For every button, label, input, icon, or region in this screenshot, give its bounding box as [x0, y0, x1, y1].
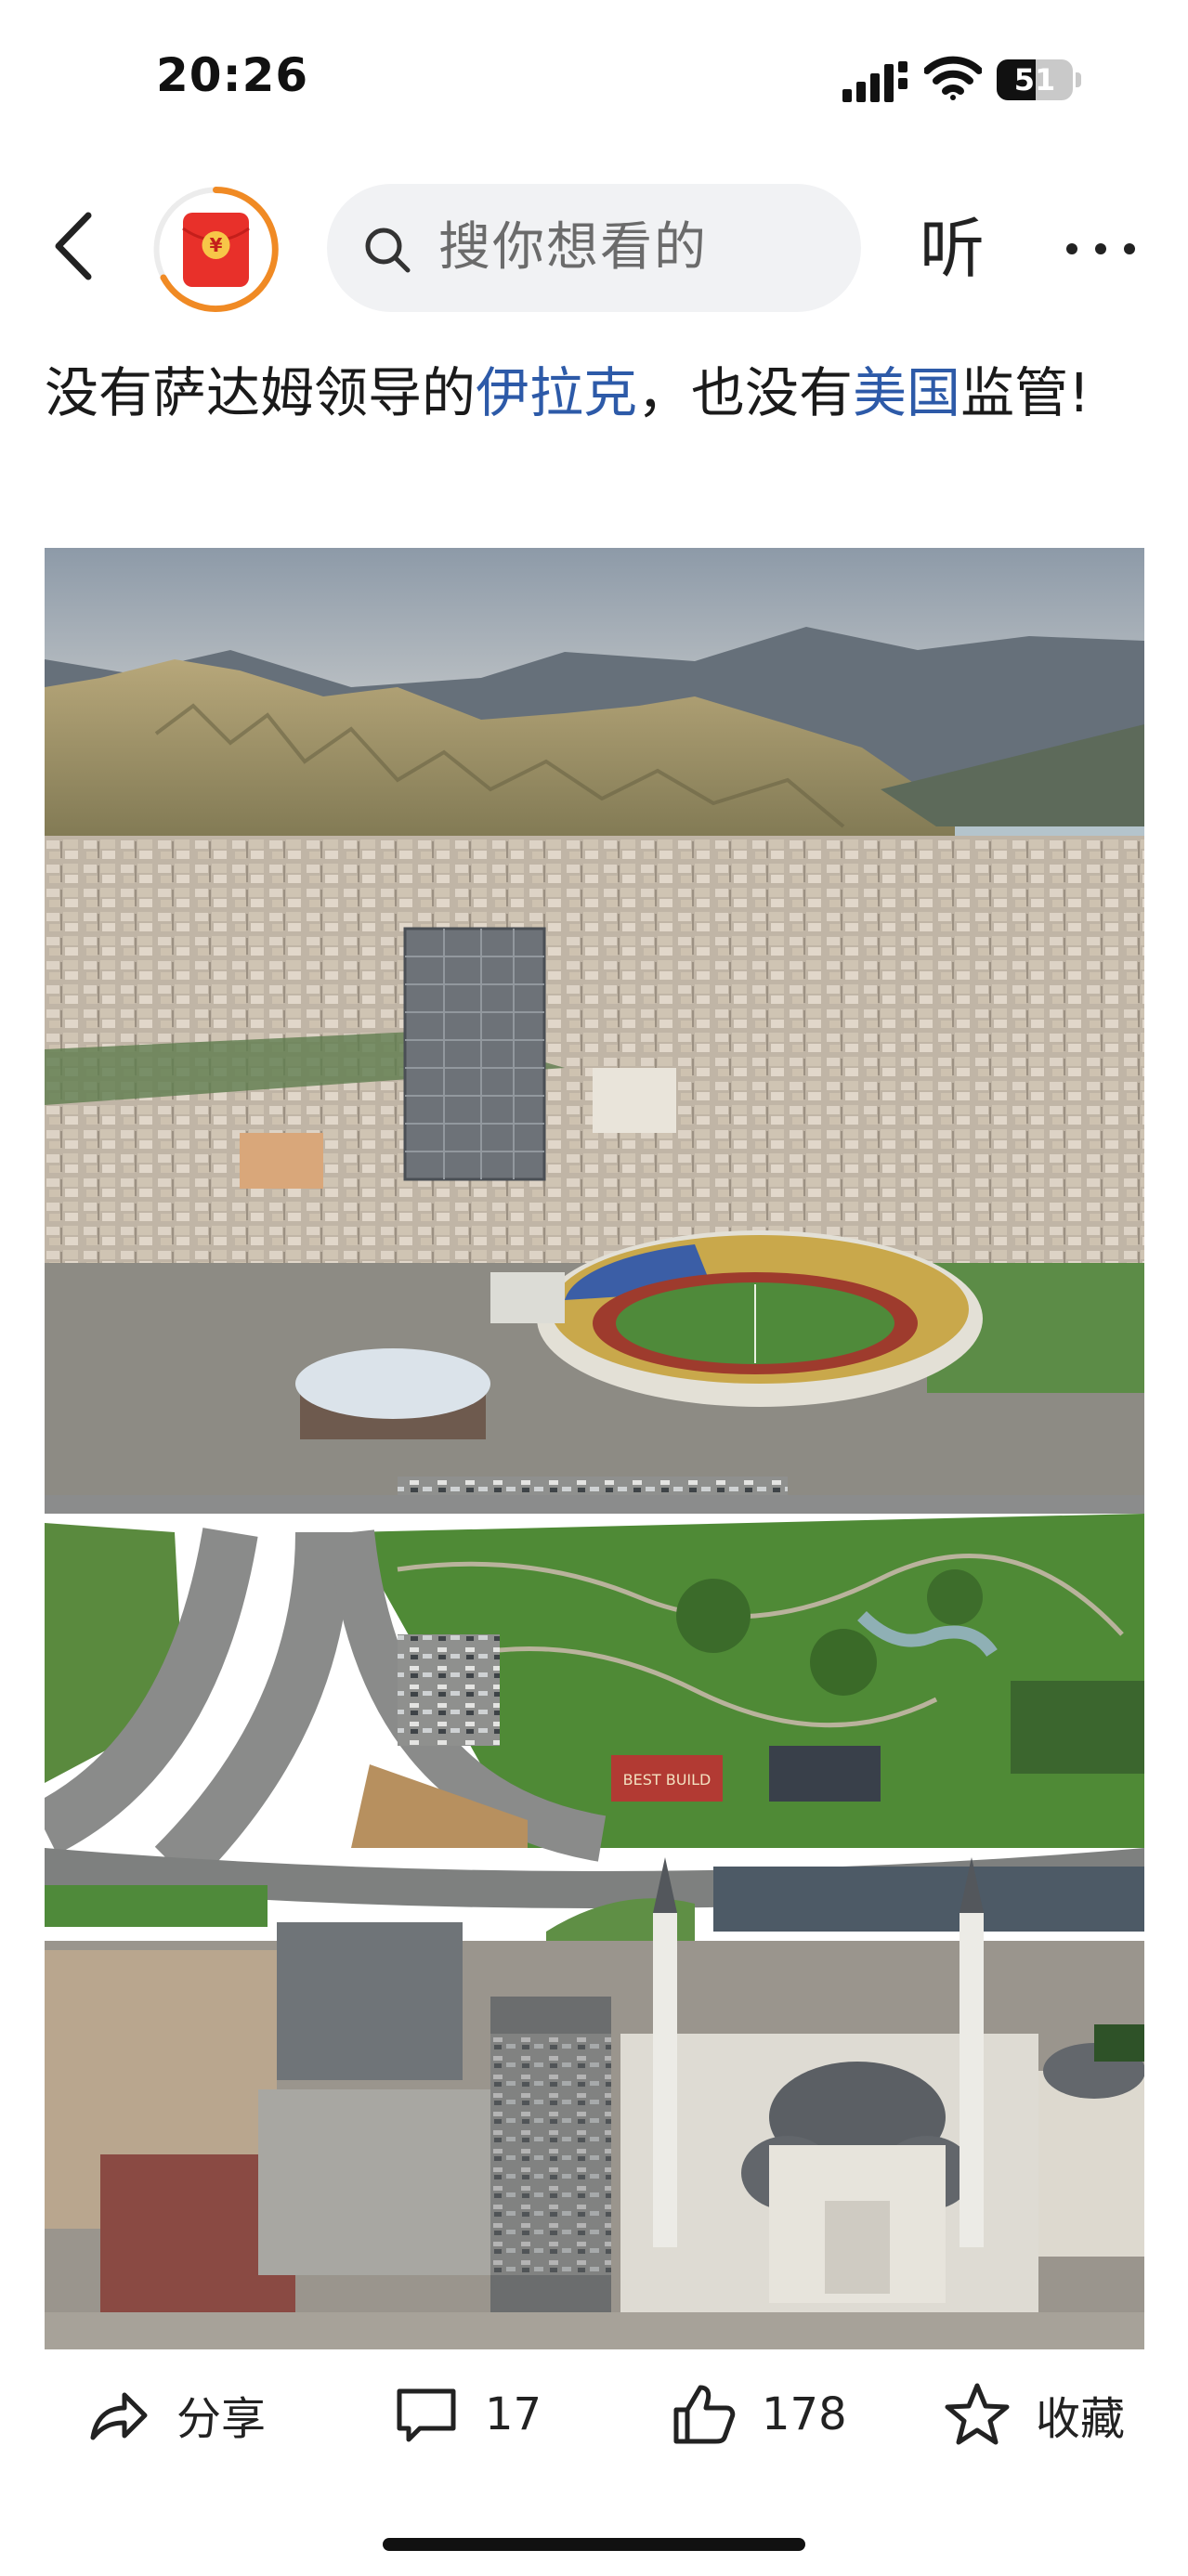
park-sign-text: BEST BUILD — [623, 1771, 711, 1789]
thumbs-up-icon — [673, 2385, 736, 2444]
home-indicator[interactable] — [383, 2538, 805, 2551]
red-packet-icon[interactable]: ¥ — [149, 182, 283, 317]
topic-link-usa[interactable]: 美国 — [853, 361, 960, 424]
like-count: 178 — [762, 2388, 847, 2440]
like-button[interactable]: 178 — [669, 2373, 847, 2456]
title-text: ，也没有 — [637, 361, 854, 424]
post-title: 没有萨达姆领导的伊拉克，也没有美国监管! — [45, 342, 1150, 444]
battery-indicator: 51 — [997, 59, 1082, 100]
favorite-button[interactable]: 收藏 — [943, 2373, 1125, 2456]
title-text: 监管! — [960, 361, 1090, 424]
status-time: 20:26 — [156, 48, 309, 102]
share-label: 分享 — [176, 2393, 267, 2445]
share-button[interactable]: 分享 — [84, 2373, 266, 2456]
post-action-bar: 分享 17 178 收藏 — [0, 2354, 1188, 2475]
aerial-city-photo: BEST BUILD — [45, 548, 1144, 2349]
topic-link-iraq[interactable]: 伊拉克 — [476, 361, 637, 424]
comment-button[interactable]: 17 — [392, 2373, 542, 2456]
top-nav-bar: ¥ 搜你想看的 听 — [0, 167, 1188, 325]
favorite-label: 收藏 — [1036, 2393, 1126, 2445]
share-icon — [90, 2392, 148, 2440]
post-image[interactable]: BEST BUILD — [45, 548, 1144, 2349]
comment-count: 17 — [485, 2388, 542, 2440]
listen-button[interactable]: 听 — [920, 204, 985, 293]
search-bar[interactable]: 搜你想看的 — [327, 184, 861, 312]
more-icon[interactable] — [1059, 204, 1142, 293]
back-arrow-icon[interactable] — [42, 204, 107, 288]
title-text: 没有萨达姆领导的 — [45, 361, 477, 424]
comment-icon — [397, 2388, 456, 2442]
battery-tip — [1076, 72, 1081, 87]
svg-text:¥: ¥ — [210, 234, 223, 256]
wifi-icon — [924, 56, 982, 100]
search-icon — [365, 228, 411, 273]
search-placeholder: 搜你想看的 — [438, 217, 708, 278]
status-bar: 20:26 51 — [0, 0, 1188, 158]
battery-icon: 51 — [997, 59, 1073, 100]
cellular-signal-icon — [842, 61, 907, 102]
star-icon — [945, 2383, 1010, 2445]
battery-level-text: 51 — [1013, 62, 1056, 98]
